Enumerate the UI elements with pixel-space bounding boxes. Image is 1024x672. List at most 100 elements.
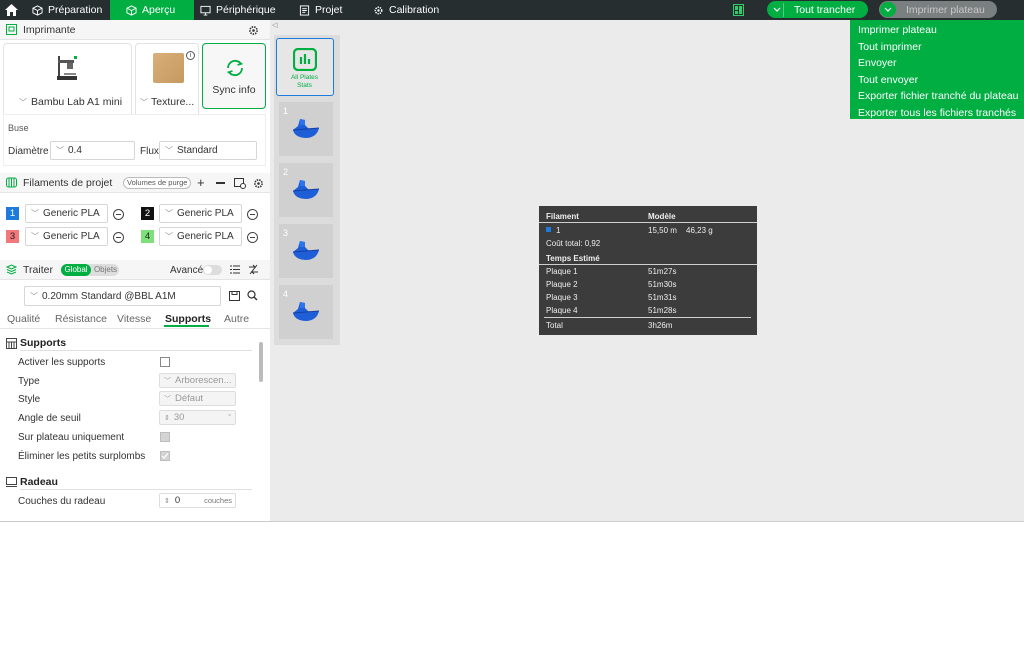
info-icon[interactable]: i bbox=[186, 51, 195, 60]
plate-thumbnail[interactable]: 3 bbox=[279, 224, 333, 278]
remove-small-overhangs-checkbox[interactable] bbox=[160, 451, 170, 461]
diameter-select[interactable]: ﹀ 0.4 bbox=[50, 141, 135, 160]
tab-label: Projet bbox=[315, 4, 343, 16]
list-icon[interactable] bbox=[230, 265, 240, 274]
global-objects-toggle[interactable]: Global Objets bbox=[61, 264, 119, 276]
tab-supports[interactable]: Supports bbox=[165, 313, 211, 325]
filament-weight: 46,23 g bbox=[686, 226, 713, 235]
remove-icon[interactable] bbox=[216, 182, 225, 184]
chevron-down-icon: ﹀ bbox=[31, 209, 39, 218]
remove-filament-icon[interactable] bbox=[247, 209, 258, 220]
collapse-panel-icon[interactable]: ◁ bbox=[272, 21, 281, 30]
scrollbar[interactable] bbox=[259, 342, 263, 382]
home-icon[interactable] bbox=[4, 3, 19, 17]
filament-select[interactable]: ﹀ Generic PLA bbox=[159, 204, 242, 223]
support-type-select[interactable]: ﹀ Arborescen... bbox=[159, 373, 236, 388]
stepper-icon[interactable]: ⇕ bbox=[164, 414, 170, 422]
tab-apercu[interactable]: Aperçu bbox=[110, 0, 194, 20]
support-style-select[interactable]: ﹀ Défaut bbox=[159, 391, 236, 406]
support-style-label: Style bbox=[18, 394, 41, 405]
filament-number[interactable]: 4 bbox=[141, 230, 154, 243]
raft-layers-stepper[interactable]: ⇕ 0 couches bbox=[159, 493, 236, 508]
chevron-down-icon: ﹀ bbox=[31, 232, 39, 241]
tab-projet[interactable]: Projet bbox=[292, 0, 358, 20]
plate-thumbnail[interactable]: 2 bbox=[279, 163, 333, 217]
save-icon[interactable] bbox=[229, 291, 240, 301]
plate-list: All Plates Stats 1 2 3 4 bbox=[274, 35, 340, 345]
filament-select[interactable]: ﹀ Generic PLA bbox=[159, 227, 242, 246]
remove-filament-icon[interactable] bbox=[113, 209, 124, 220]
on-build-plate-only-checkbox[interactable] bbox=[160, 432, 170, 442]
all-plates-stats-button[interactable]: All Plates Stats bbox=[276, 38, 334, 96]
enable-supports-checkbox[interactable] bbox=[160, 357, 170, 367]
filament-id: 1 bbox=[556, 226, 561, 235]
menu-item-send[interactable]: Envoyer bbox=[850, 56, 1024, 73]
gear-icon[interactable] bbox=[248, 25, 259, 36]
objects-toggle-option[interactable]: Objets bbox=[92, 264, 119, 276]
search-icon[interactable] bbox=[247, 290, 258, 301]
menu-item-export-all-sliced[interactable]: Exporter tous les fichiers tranchés bbox=[850, 106, 1024, 123]
textured-plate-image bbox=[153, 53, 184, 83]
process-header: Traiter Global Objets Avancé bbox=[0, 260, 270, 280]
menu-item-print-plate[interactable]: Imprimer plateau bbox=[850, 23, 1024, 40]
layers-icon bbox=[6, 264, 17, 275]
benchy-model-image bbox=[292, 180, 320, 199]
filament-number[interactable]: 2 bbox=[141, 207, 154, 220]
top-bar: Préparation Aperçu Périphérique Projet C… bbox=[0, 0, 1024, 20]
menu-item-send-all[interactable]: Tout envoyer bbox=[850, 73, 1024, 90]
support-type-value: Arborescen... bbox=[175, 375, 232, 386]
menu-item-export-plate-sliced[interactable]: Exporter fichier tranché du plateau bbox=[850, 89, 1024, 106]
chevron-down-icon: ﹀ bbox=[165, 232, 173, 241]
tab-label: Calibration bbox=[389, 4, 440, 16]
tab-peripherique[interactable]: Périphérique bbox=[194, 0, 284, 20]
tab-preparation[interactable]: Préparation bbox=[22, 0, 110, 20]
enable-supports-label: Activer les supports bbox=[18, 357, 106, 368]
process-profile-select[interactable]: ﹀ 0.20mm Standard @BBL A1M bbox=[24, 286, 221, 306]
global-toggle-option[interactable]: Global bbox=[61, 264, 91, 276]
sync-info-button[interactable]: Sync info bbox=[202, 43, 266, 109]
menu-item-print-all[interactable]: Tout imprimer bbox=[850, 40, 1024, 57]
total-time: 3h26m bbox=[648, 321, 673, 330]
tab-vitesse[interactable]: Vitesse bbox=[117, 313, 151, 325]
chevron-down-icon[interactable] bbox=[770, 2, 784, 17]
purge-volumes-button[interactable]: Volumes de purge bbox=[123, 177, 192, 189]
plate-time: 51m30s bbox=[648, 280, 677, 289]
chevron-down-icon: ﹀ bbox=[165, 146, 173, 155]
layout-icon[interactable] bbox=[733, 4, 744, 16]
cube-icon bbox=[32, 4, 43, 16]
cube-icon bbox=[126, 4, 137, 16]
flow-select[interactable]: ﹀ Standard bbox=[159, 141, 257, 160]
stepper-icon[interactable]: ⇕ bbox=[164, 497, 170, 505]
slice-stats-panel: Filament Modèle 1 15,50 m 46,23 g Coût t… bbox=[539, 206, 757, 335]
divider bbox=[544, 317, 751, 318]
raft-layers-label: Couches du radeau bbox=[18, 496, 106, 507]
sync-filament-icon[interactable] bbox=[234, 178, 246, 189]
slice-all-button[interactable]: Tout trancher bbox=[767, 1, 868, 18]
chevron-down-icon: ﹀ bbox=[30, 291, 38, 301]
divider bbox=[20, 350, 252, 351]
filament-number[interactable]: 3 bbox=[6, 230, 19, 243]
remove-filament-icon[interactable] bbox=[247, 232, 258, 243]
tab-calibration[interactable]: Calibration bbox=[366, 0, 456, 20]
filament-name: Generic PLA bbox=[43, 208, 100, 219]
filament-select[interactable]: ﹀ Generic PLA bbox=[25, 204, 108, 223]
print-plate-button[interactable]: Imprimer plateau bbox=[879, 1, 997, 18]
filament-name: Generic PLA bbox=[43, 231, 100, 242]
chevron-down-icon[interactable] bbox=[880, 2, 896, 17]
plate-thumbnail[interactable]: 4 bbox=[279, 285, 333, 339]
tab-qualite[interactable]: Qualité bbox=[7, 313, 40, 325]
compare-icon[interactable] bbox=[248, 264, 259, 275]
threshold-angle-stepper[interactable]: ⇕ 30 ° bbox=[159, 410, 236, 425]
tab-resistance[interactable]: Résistance bbox=[55, 313, 107, 325]
process-profile-name: 0.20mm Standard @BBL A1M bbox=[42, 290, 176, 302]
divider bbox=[0, 328, 270, 329]
tab-autre[interactable]: Autre bbox=[224, 313, 249, 325]
filament-select[interactable]: ﹀ Generic PLA bbox=[25, 227, 108, 246]
gear-icon[interactable] bbox=[253, 178, 264, 189]
remove-filament-icon[interactable] bbox=[113, 232, 124, 243]
add-icon[interactable]: + bbox=[197, 175, 205, 190]
advanced-toggle[interactable] bbox=[203, 265, 222, 275]
filament-icon bbox=[6, 177, 17, 188]
filament-number[interactable]: 1 bbox=[6, 207, 19, 220]
plate-thumbnail[interactable]: 1 bbox=[279, 102, 333, 156]
